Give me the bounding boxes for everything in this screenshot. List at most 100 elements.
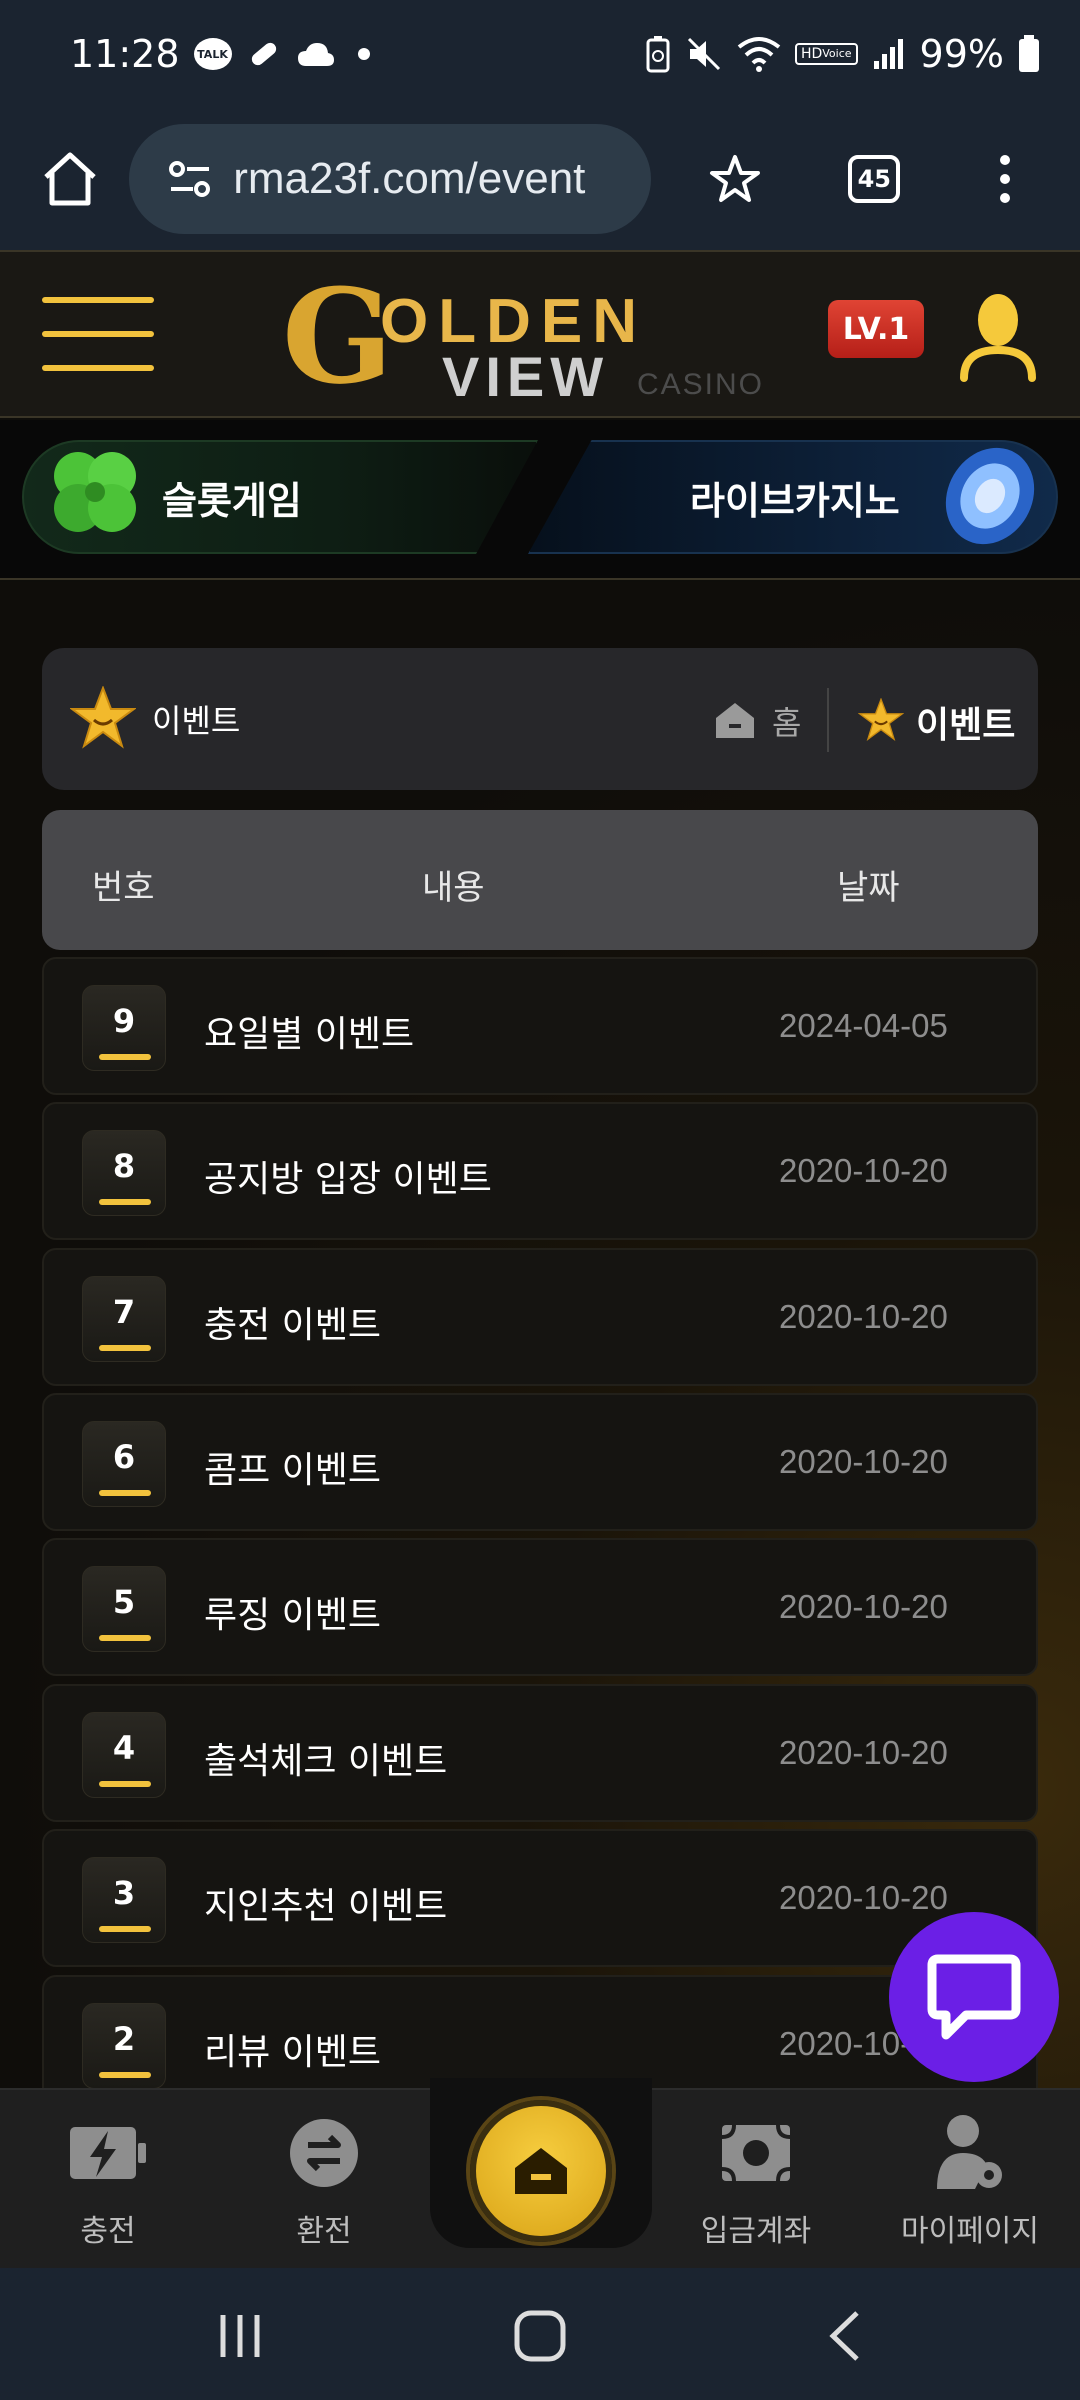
column-header-number: 번호 [92, 868, 155, 908]
row-number: 2 [82, 2003, 166, 2089]
row-title: 지인추천 이벤트 [204, 1886, 448, 1927]
breadcrumb-current: 이벤트 [916, 705, 1016, 746]
wifi-icon [737, 35, 781, 73]
row-date: 2020-10-20 [779, 1588, 948, 1625]
cash-icon [721, 2124, 791, 2182]
row-number: 3 [82, 1857, 166, 1943]
row-number: 8 [82, 1130, 166, 1216]
home-icon [43, 152, 96, 206]
more-vert-icon [1000, 155, 1011, 203]
row-title: 요일별 이벤트 [204, 1014, 415, 1055]
row-number: 7 [82, 1276, 166, 1362]
live-casino-label: 라이브카지노 [690, 479, 900, 523]
row-title: 콤프 이벤트 [204, 1450, 382, 1491]
back-chevron-icon [829, 2311, 859, 2361]
golden-view-casino-logo[interactable]: G OLDEN VIEW CASINO [282, 260, 802, 413]
exchange-icon [290, 2119, 358, 2187]
row-number: 6 [82, 1421, 166, 1507]
recent-apps-button[interactable] [210, 2306, 270, 2366]
browser-menu-button[interactable] [961, 134, 1050, 224]
pill-icon [246, 36, 282, 72]
browser-home-button[interactable] [30, 139, 109, 219]
page-title: 이벤트 [152, 702, 241, 740]
logo-g: G [282, 260, 394, 413]
site-settings-icon[interactable] [169, 160, 211, 198]
table-row[interactable]: 6 콤프 이벤트 2020-10-20 [42, 1393, 1038, 1531]
battery-icon [1018, 35, 1040, 73]
home-square-icon [514, 2310, 566, 2362]
user-account-button[interactable] [958, 292, 1038, 382]
logo-casino: CASINO [637, 368, 765, 401]
row-date: 2024-04-05 [779, 1007, 948, 1044]
address-bar[interactable]: rma23f.com/event [129, 124, 651, 234]
status-time: 11:28 [70, 32, 180, 76]
table-row[interactable]: 3 지인추천 이벤트 2020-10-20 [42, 1829, 1038, 1967]
back-button[interactable] [815, 2306, 875, 2366]
row-title: 공지방 입장 이벤트 [204, 1159, 492, 1200]
nav-exchange-label: 환전 [296, 2214, 352, 2249]
breadcrumb-divider [827, 688, 829, 752]
row-title: 출석체크 이벤트 [204, 1741, 448, 1782]
nav-charge[interactable]: 충전 [18, 2108, 198, 2250]
nav-exchange[interactable]: 환전 [234, 2108, 414, 2250]
star-face-icon [70, 686, 136, 749]
table-row[interactable]: 7 충전 이벤트 2020-10-20 [42, 1248, 1038, 1386]
battery-saver-icon [645, 35, 671, 73]
nav-deposit-account[interactable]: 입금계좌 [666, 2108, 846, 2250]
user-settings-icon [937, 2115, 1002, 2189]
row-title: 리뷰 이벤트 [204, 2032, 382, 2073]
nav-home-button[interactable] [470, 2100, 612, 2242]
table-row[interactable]: 9 요일별 이벤트 2024-04-05 [42, 957, 1038, 1095]
tab-switcher-button[interactable]: 45 [830, 134, 919, 224]
user-icon [960, 294, 1036, 382]
row-date: 2020-10-20 [779, 1298, 948, 1335]
table-row[interactable]: 8 공지방 입장 이벤트 2020-10-20 [42, 1102, 1038, 1240]
table-row[interactable]: 5 루징 이벤트 2020-10-20 [42, 1538, 1038, 1676]
bookmark-button[interactable] [691, 134, 780, 224]
kakaotalk-icon: TALK [193, 38, 232, 70]
cloud-icon [296, 40, 336, 68]
browser-toolbar: rma23f.com/event 45 [0, 108, 1080, 250]
table-row[interactable]: 4 출석체크 이벤트 2020-10-20 [42, 1684, 1038, 1822]
android-home-button[interactable] [510, 2306, 570, 2366]
column-header-date: 날짜 [837, 868, 900, 908]
poker-chip-icon [945, 447, 1035, 545]
battery-percent: 99% [919, 32, 1004, 76]
home-icon[interactable] [712, 700, 758, 740]
tab-count: 45 [848, 155, 901, 203]
site-header: G OLDEN VIEW CASINO LV.1 [0, 250, 1080, 418]
live-chat-button[interactable] [889, 1912, 1059, 2082]
column-header-content: 내용 [422, 868, 485, 908]
row-title: 루징 이벤트 [204, 1595, 382, 1636]
android-navigation-bar [0, 2268, 1080, 2400]
status-bar: 11:28 TALK HD Voice 99% [0, 0, 1080, 108]
breadcrumb: 이벤트 홈 이벤트 [42, 648, 1038, 790]
nav-mypage-label: 마이페이지 [901, 2214, 1039, 2249]
row-number: 5 [82, 1566, 166, 1652]
star-face-icon [858, 698, 904, 742]
clover-icon [54, 452, 136, 532]
battery-charge-icon [70, 2127, 146, 2179]
home-icon [515, 2148, 567, 2194]
hd-voice-icon: HD Voice [794, 43, 858, 65]
hd-label: HD [800, 46, 823, 62]
notification-dot [357, 48, 370, 60]
nav-deposit-account-label: 입금계좌 [700, 2214, 812, 2249]
chat-bubble-icon [927, 1954, 1021, 2040]
row-date: 2020-10-20 [779, 1443, 948, 1480]
level-badge[interactable]: LV.1 [828, 300, 924, 358]
row-date: 2020-10-20 [779, 1879, 948, 1916]
row-date: 2020-10-20 [779, 1734, 948, 1771]
nav-mypage[interactable]: 마이페이지 [880, 2108, 1060, 2250]
logo-view: VIEW [442, 345, 610, 408]
row-number: 4 [82, 1712, 166, 1798]
url-text: rma23f.com/event [233, 154, 586, 203]
mute-icon [685, 35, 723, 73]
breadcrumb-home-link[interactable]: 홈 [772, 698, 801, 744]
star-outline-icon [710, 155, 761, 202]
row-title: 충전 이벤트 [204, 1305, 382, 1346]
row-number: 9 [82, 985, 166, 1071]
table-header: 번호 내용 날짜 [42, 810, 1038, 950]
menu-hamburger-button[interactable] [42, 297, 154, 375]
row-date: 2020-10-20 [779, 1152, 948, 1189]
